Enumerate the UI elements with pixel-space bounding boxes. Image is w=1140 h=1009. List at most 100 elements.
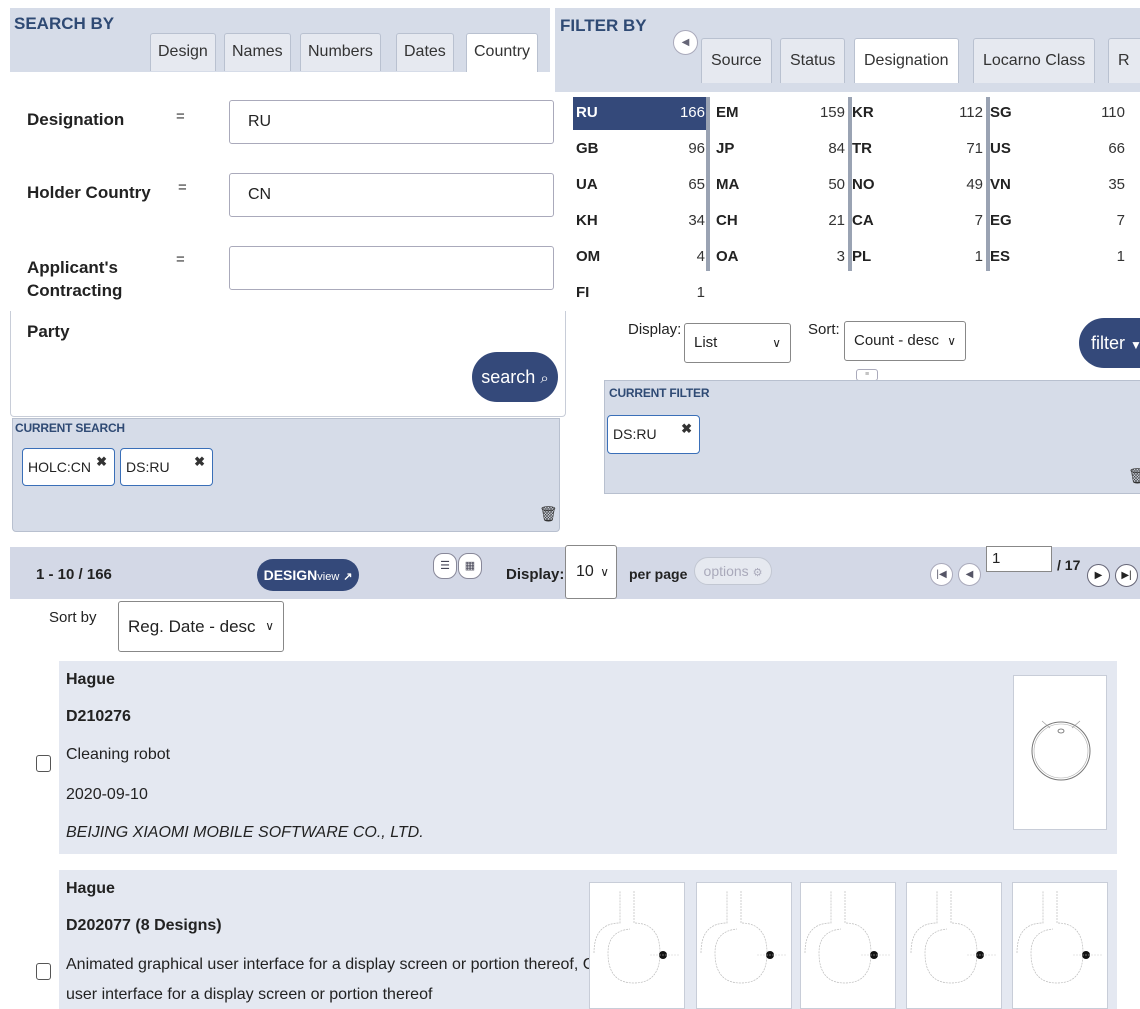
per-page-select[interactable]: 10 ∨ (565, 545, 617, 599)
clear-search-trash-icon[interactable]: 🗑 (539, 505, 558, 523)
per-page-label: per page (629, 566, 688, 582)
country-code-vn[interactable]: VN (990, 176, 1011, 193)
chevron-down-icon: ∨ (265, 619, 274, 633)
country-count-eg: 7 (1116, 212, 1125, 229)
country-code-ca[interactable]: CA (852, 212, 874, 229)
country-count-fi: 1 (696, 284, 705, 301)
filter-tab-designation[interactable]: Designation (854, 38, 959, 83)
filter-tab-r[interactable]: R (1108, 38, 1140, 83)
list-view-icon[interactable]: ☰ (433, 553, 457, 579)
current-filter-title: CURRENT FILTER (609, 386, 710, 400)
holder-country-operator: = (178, 179, 187, 196)
result-number[interactable]: D210276 (66, 708, 131, 726)
country-count-gb: 96 (688, 140, 705, 157)
country-count-em: 159 (819, 104, 845, 121)
funnel-icon: ▼ (1130, 338, 1140, 352)
designation-input[interactable]: RU (229, 100, 554, 144)
filter-tab-locarno-class[interactable]: Locarno Class (973, 38, 1096, 83)
country-count-tr: 71 (966, 140, 983, 157)
country-code-kr[interactable]: KR (852, 104, 874, 121)
result-source: Hague (66, 880, 115, 897)
design-view-sub: view (317, 571, 340, 583)
country-code-es[interactable]: ES (990, 248, 1010, 265)
filter-sort-select[interactable]: Count - desc ∨ (844, 321, 966, 361)
results-range: 1 - 10 / 166 (36, 566, 112, 583)
filter-tab-source[interactable]: Source (701, 38, 772, 83)
result-thumbnail[interactable] (1013, 675, 1107, 830)
prev-page-icon[interactable]: ◀ (958, 563, 981, 586)
holder-country-label: Holder Country (27, 183, 151, 202)
robot-vacuum-icon (1031, 720, 1091, 781)
result-number[interactable]: D202077 (8 Designs) (66, 917, 222, 935)
grid-view-icon[interactable]: ▦ (458, 553, 482, 579)
country-code-us[interactable]: US (990, 140, 1011, 157)
filter-tab-status[interactable]: Status (780, 38, 846, 83)
result-thumbnail[interactable] (696, 882, 792, 1009)
page-number-input[interactable]: 1 (986, 546, 1052, 572)
search-button[interactable]: search ⌕ (472, 352, 558, 402)
result-checkbox[interactable] (36, 963, 51, 980)
filter-display-label: Display: (628, 321, 682, 338)
holder-country-input[interactable]: CN (229, 173, 554, 217)
design-view-main: DESIGN (263, 567, 318, 583)
country-code-fi[interactable]: FI (576, 284, 589, 301)
remove-chip-icon[interactable]: ✖ (194, 444, 205, 480)
country-code-sg[interactable]: SG (990, 104, 1012, 121)
sort-by-label: Sort by (49, 609, 97, 626)
applicant-party-operator: = (176, 251, 185, 268)
current-search-title: CURRENT SEARCH (15, 421, 125, 435)
options-button[interactable]: options ⚙ (694, 557, 772, 585)
chevron-down-icon: ∨ (947, 334, 956, 348)
country-code-oa[interactable]: OA (716, 248, 739, 265)
country-code-jp[interactable]: JP (716, 140, 734, 157)
country-code-gb[interactable]: GB (576, 140, 599, 157)
remove-chip-icon[interactable]: ✖ (681, 411, 692, 447)
country-code-ru[interactable]: RU (576, 104, 598, 121)
per-page-value: 10 (576, 563, 594, 580)
last-page-icon[interactable]: ▶| (1115, 564, 1138, 587)
applicant-party-input[interactable] (229, 246, 554, 290)
tabs-scroll-left-icon[interactable]: ◀ (673, 30, 698, 55)
country-count-no: 49 (966, 176, 983, 193)
result-thumbnail[interactable] (589, 882, 685, 1009)
country-code-em[interactable]: EM (716, 104, 739, 121)
country-code-om[interactable]: OM (576, 248, 600, 265)
result-thumbnail[interactable] (800, 882, 896, 1009)
country-code-tr[interactable]: TR (852, 140, 872, 157)
applicant-party-label-3: Party (27, 322, 70, 341)
sort-by-value: Reg. Date - desc (128, 617, 256, 636)
design-view-button[interactable]: DESIGNview ↗ (257, 559, 359, 591)
result-checkbox[interactable] (36, 755, 51, 772)
country-code-pl[interactable]: PL (852, 248, 871, 265)
chip-label: DS:RU (613, 426, 657, 442)
country-code-no[interactable]: NO (852, 176, 875, 193)
tab-dates[interactable]: Dates (396, 33, 454, 71)
country-count-ma: 50 (828, 176, 845, 193)
country-count-ca: 7 (974, 212, 983, 229)
result-thumbnail[interactable] (1012, 882, 1108, 1009)
first-page-icon[interactable]: |◀ (930, 563, 953, 586)
country-code-eg[interactable]: EG (990, 212, 1012, 229)
tab-country[interactable]: Country (466, 33, 539, 73)
clear-filter-trash-icon[interactable]: 🗑 (1128, 467, 1140, 485)
country-code-ma[interactable]: MA (716, 176, 739, 193)
filter-by-title: FILTER BY (560, 16, 647, 35)
page-total: / 17 (1057, 557, 1081, 573)
next-page-icon[interactable]: ▶ (1087, 564, 1110, 587)
country-code-ch[interactable]: CH (716, 212, 738, 229)
filter-display-select[interactable]: List ∨ (684, 323, 791, 363)
country-count-kh: 34 (688, 212, 705, 229)
tab-design[interactable]: Design (150, 33, 216, 71)
result-title-line2: user interface for a display screen or p… (66, 986, 433, 1003)
chevron-down-icon: ∨ (600, 565, 609, 579)
country-code-ua[interactable]: UA (576, 176, 598, 193)
applicant-party-label-1: Applicant's (27, 258, 118, 277)
result-thumbnail[interactable] (906, 882, 1002, 1009)
sort-by-select[interactable]: Reg. Date - desc ∨ (118, 601, 284, 652)
country-count-us: 66 (1108, 140, 1125, 157)
filter-button[interactable]: filter ▼ (1079, 318, 1140, 368)
remove-chip-icon[interactable]: ✖ (96, 444, 107, 480)
country-code-kh[interactable]: KH (576, 212, 598, 229)
tab-numbers[interactable]: Numbers (300, 33, 381, 71)
tab-names[interactable]: Names (224, 33, 291, 71)
